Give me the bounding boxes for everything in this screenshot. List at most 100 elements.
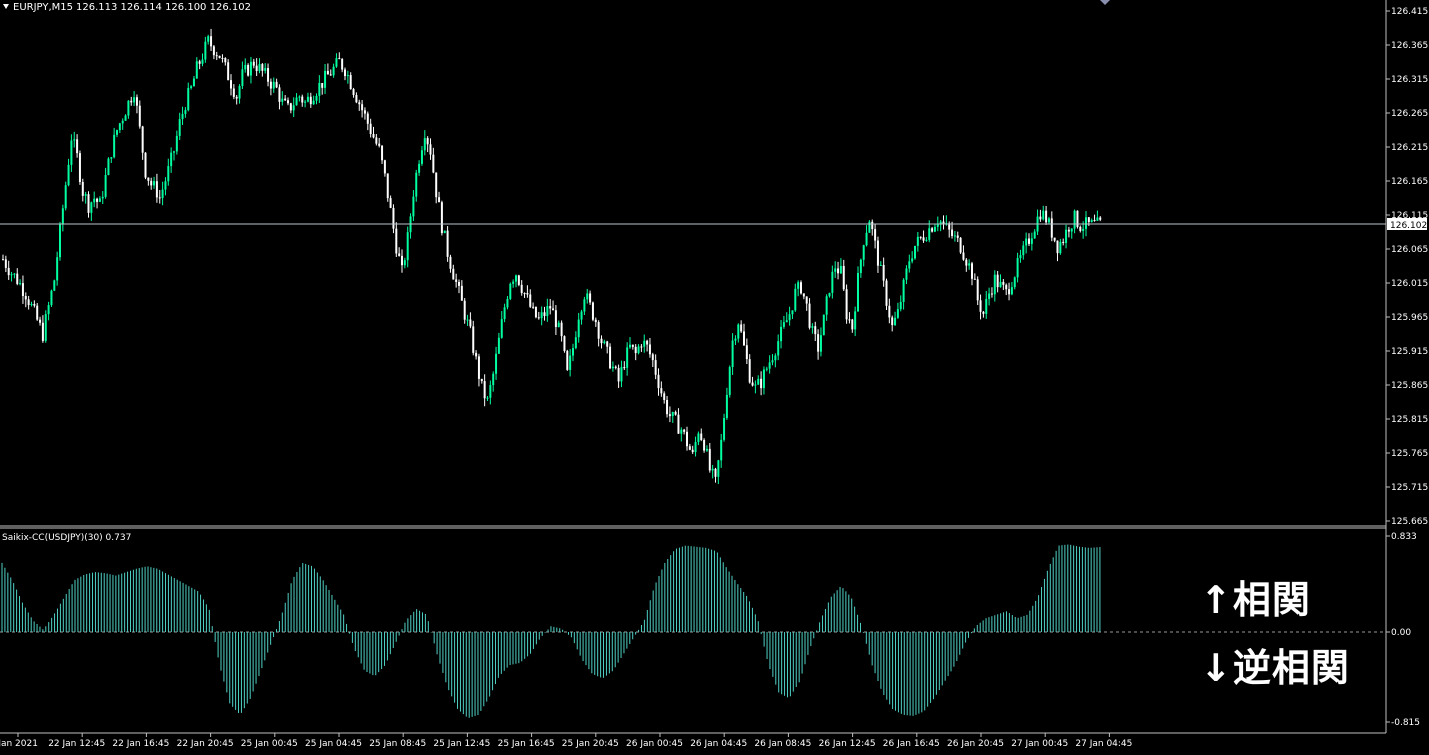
time-tick-label: 22 Jan 20:45 <box>177 739 234 749</box>
price-tick-label: 126.265 <box>1391 109 1428 119</box>
candle-body <box>363 110 366 114</box>
time-tick-label: 26 Jan 12:45 <box>819 739 876 749</box>
candle-body <box>2 259 4 261</box>
time-tick-label: 26 Jan 20:45 <box>947 739 1004 749</box>
candle-body <box>178 119 181 136</box>
candle-body <box>284 98 287 101</box>
candle-body <box>164 181 167 190</box>
candle-body <box>1033 231 1036 239</box>
candle-body <box>560 322 563 337</box>
candle-body <box>423 138 426 151</box>
candle-body <box>1039 216 1042 220</box>
candle-body <box>258 64 261 71</box>
candle-body <box>720 439 723 461</box>
candle-body <box>631 344 634 347</box>
candle-body <box>19 283 22 285</box>
candle-body <box>329 74 332 76</box>
candle-body <box>195 61 198 79</box>
candle-body <box>554 310 557 327</box>
candle-body <box>1019 255 1022 259</box>
candle-body <box>902 279 905 302</box>
candle-body <box>654 360 657 375</box>
candle-body <box>440 202 443 234</box>
candle-body <box>782 322 785 327</box>
candle-body <box>90 202 93 213</box>
candle-body <box>315 95 318 101</box>
candle-body <box>298 96 301 98</box>
candle-body <box>98 198 101 202</box>
trading-chart[interactable]: EURJPY,M15 126.113 126.114 126.100 126.1… <box>0 0 1429 751</box>
candle-body <box>725 394 728 419</box>
candle-body <box>549 306 552 309</box>
candle-body <box>118 123 121 131</box>
candle-body <box>241 69 244 86</box>
candle-body <box>207 36 210 42</box>
candle-body <box>344 69 346 77</box>
candle-body <box>64 185 67 209</box>
candle-body <box>469 319 472 327</box>
candle-body <box>335 58 338 67</box>
candle-body <box>1013 277 1016 288</box>
candle-body <box>597 322 600 339</box>
indicator-panel[interactable]: Saikix-CC(USDJPY)(30) 0.737 0.833 0.00 -0.… <box>0 532 1420 728</box>
candle-body <box>660 388 663 394</box>
candle-body <box>740 324 743 332</box>
candle-body <box>67 164 70 186</box>
candle-body <box>990 293 993 295</box>
candle-body <box>147 177 150 181</box>
candle-body <box>1047 218 1050 223</box>
candle-body <box>1079 226 1082 231</box>
candle-body <box>614 366 617 368</box>
candle-body <box>7 267 10 276</box>
candle-body <box>480 378 483 382</box>
candle-body <box>916 236 919 246</box>
candle-body <box>777 341 780 356</box>
candle-body <box>76 139 79 154</box>
candle-body <box>748 359 751 383</box>
candle-body <box>70 140 73 165</box>
candle-body <box>1050 218 1053 238</box>
candle-body <box>429 144 432 155</box>
candle-body <box>637 346 640 354</box>
candle-body <box>1082 228 1085 231</box>
indicator-tick-label: 0.833 <box>1391 532 1417 542</box>
candle-body <box>435 172 438 198</box>
candle-body <box>181 113 184 120</box>
candle-body <box>905 268 908 280</box>
candle-body <box>882 264 885 281</box>
candle-body <box>891 317 894 326</box>
candle-body <box>591 302 594 320</box>
time-tick-label: 25 Jan 20:45 <box>562 739 619 749</box>
candle-body <box>785 320 788 323</box>
candle-body <box>264 68 267 71</box>
candle-body <box>774 355 777 361</box>
candle-body <box>802 293 805 297</box>
candle-body <box>255 65 258 71</box>
candle-body <box>956 235 959 238</box>
candle-body <box>629 344 631 348</box>
candle-body <box>965 259 968 266</box>
candle-body <box>104 174 107 197</box>
candle-body <box>1065 229 1068 243</box>
symbol-menu-icon[interactable] <box>3 4 9 9</box>
chart-canvas[interactable]: EURJPY,M15 126.113 126.114 126.100 126.1… <box>0 0 1429 751</box>
candle-body <box>338 58 341 60</box>
candle-body <box>503 307 506 320</box>
candle-body <box>267 68 270 82</box>
candle-body <box>848 319 851 321</box>
candle-body <box>640 346 643 348</box>
candle-body <box>412 196 415 217</box>
candle-body <box>446 230 449 257</box>
candle-body <box>460 285 463 301</box>
candle-body <box>489 385 492 398</box>
price-panel[interactable]: EURJPY,M15 126.113 126.114 126.100 126.1… <box>0 0 1428 527</box>
candle-body <box>227 62 230 81</box>
candle-body <box>1056 240 1059 254</box>
candle-body <box>56 257 59 281</box>
candle-body <box>962 252 965 260</box>
candle-body <box>523 293 526 295</box>
candle-body <box>1087 217 1090 223</box>
candle-body <box>47 305 50 315</box>
time-tick-label: 26 Jan 08:45 <box>754 739 811 749</box>
candle-body <box>232 88 235 97</box>
